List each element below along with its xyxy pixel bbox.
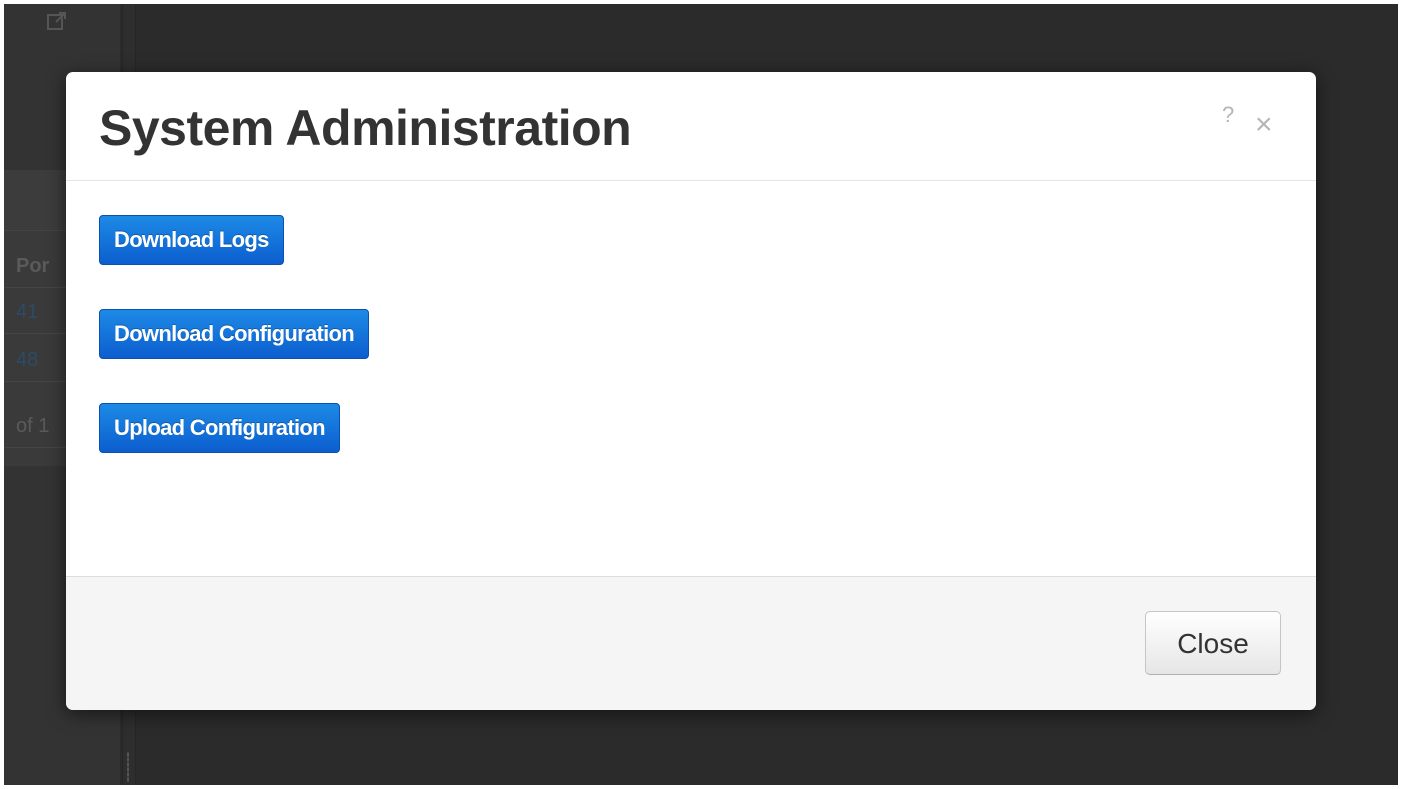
- close-icon[interactable]: ×: [1255, 110, 1273, 140]
- modal-footer: Close: [66, 576, 1316, 710]
- modal-title: System Administration: [99, 100, 632, 156]
- resize-grip-icon: [127, 752, 129, 782]
- download-logs-button[interactable]: Download Logs: [99, 215, 284, 265]
- upload-configuration-button[interactable]: Upload Configuration: [99, 403, 340, 453]
- system-administration-modal: System Administration ? × Download Logs …: [66, 72, 1316, 710]
- close-button[interactable]: Close: [1145, 611, 1281, 675]
- download-configuration-button[interactable]: Download Configuration: [99, 309, 370, 359]
- modal-body: Download Logs Download Configuration Upl…: [66, 181, 1316, 576]
- external-link-icon[interactable]: [46, 10, 68, 32]
- modal-header: System Administration ? ×: [66, 72, 1316, 181]
- screen: Por 41 48 of 1 System Administration ? ×…: [0, 0, 1402, 789]
- help-icon[interactable]: ?: [1222, 102, 1234, 128]
